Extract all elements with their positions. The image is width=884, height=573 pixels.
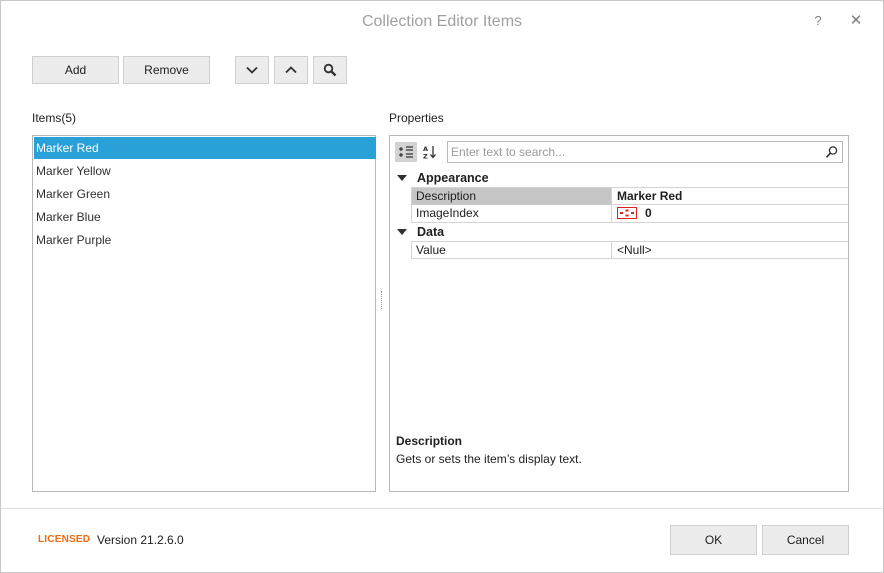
remove-button[interactable]: Remove <box>123 56 210 84</box>
ok-button[interactable]: OK <box>670 525 757 555</box>
property-value: 0 <box>645 206 652 220</box>
property-row-value[interactable]: Value <Null> <box>411 241 848 259</box>
svg-text:Z: Z <box>423 153 428 161</box>
dialog-title: Collection Editor Items <box>361 13 523 30</box>
search-icon <box>323 63 337 77</box>
properties-header: Properties <box>389 111 444 125</box>
property-name: Description <box>412 188 612 205</box>
collapse-arrow-icon[interactable] <box>397 229 407 236</box>
category-data[interactable]: Data <box>394 223 444 241</box>
list-item[interactable]: Marker Yellow <box>34 160 376 182</box>
property-value[interactable]: <Null> <box>613 242 848 259</box>
categorized-icon <box>399 146 413 158</box>
marker-red-image-icon <box>617 207 637 219</box>
category-appearance[interactable]: Appearance <box>394 169 489 187</box>
property-row-imageindex[interactable]: ImageIndex 0 <box>411 205 848 223</box>
title-bar: Collection Editor Items ? ✕ <box>1 1 883 41</box>
description-text: Gets or sets the item’s display text. <box>396 452 582 466</box>
help-button[interactable]: ? <box>807 11 829 31</box>
alphabetical-view-button[interactable]: A Z <box>419 142 441 162</box>
footer-divider <box>1 508 883 509</box>
items-header: Items(5) <box>32 111 77 125</box>
property-grid: A Z Appearance Description Marker Red Im… <box>389 135 849 492</box>
items-list: Marker Red Marker Yellow Marker Green Ma… <box>32 135 376 492</box>
list-item[interactable]: Marker Red <box>34 137 376 159</box>
collection-editor-dialog: Collection Editor Items ? ✕ Add Remove I… <box>0 0 884 573</box>
category-label: Data <box>417 225 445 239</box>
property-row-description[interactable]: Description Marker Red <box>411 187 848 205</box>
list-item[interactable]: Marker Green <box>34 183 376 205</box>
property-value-cell[interactable]: 0 <box>613 205 848 222</box>
panel-splitter[interactable] <box>381 291 384 309</box>
property-name: ImageIndex <box>412 205 612 222</box>
sort-az-icon: A Z <box>423 145 436 161</box>
find-button[interactable] <box>313 56 347 84</box>
licensed-badge: LICENSED <box>38 534 91 545</box>
add-button[interactable]: Add <box>32 56 119 84</box>
category-label: Appearance <box>417 171 489 185</box>
search-icon[interactable] <box>825 145 839 159</box>
move-down-button[interactable] <box>235 56 269 84</box>
property-name: Value <box>412 242 612 259</box>
cancel-button[interactable]: Cancel <box>762 525 849 555</box>
collapse-arrow-icon[interactable] <box>397 175 407 182</box>
move-up-button[interactable] <box>274 56 308 84</box>
chevron-down-icon <box>246 66 258 74</box>
version-label: Version 21.2.6.0 <box>97 533 184 547</box>
property-search-input[interactable] <box>451 144 811 160</box>
close-button[interactable]: ✕ <box>845 11 867 31</box>
property-value[interactable]: Marker Red <box>613 188 848 205</box>
list-item[interactable]: Marker Blue <box>34 206 376 228</box>
categorized-view-button[interactable] <box>395 142 417 162</box>
list-item[interactable]: Marker Purple <box>34 229 376 251</box>
description-title: Description <box>396 434 463 448</box>
chevron-up-icon <box>285 66 297 74</box>
property-search-box <box>447 141 843 163</box>
